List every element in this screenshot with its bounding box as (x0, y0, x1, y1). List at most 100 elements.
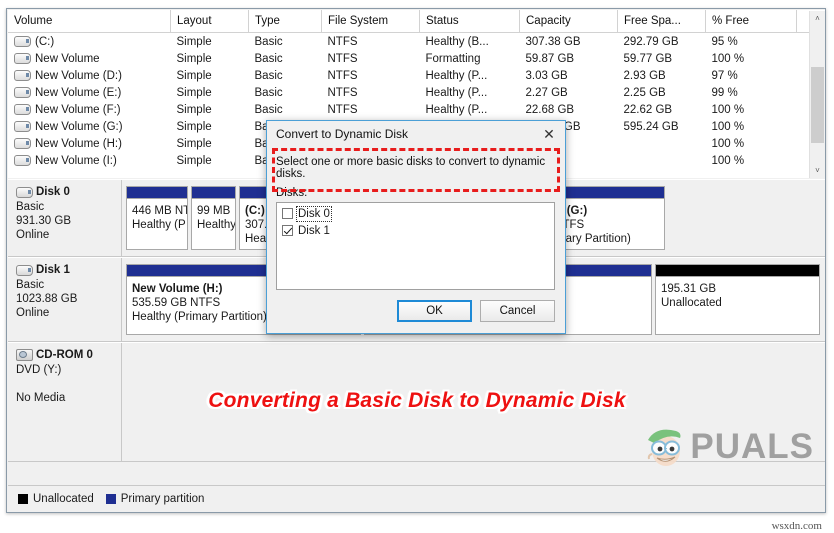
column-header-layout[interactable]: Layout (170, 10, 249, 33)
partition-status: Healthy (P (132, 219, 186, 231)
cell-fs: NTFS (327, 86, 358, 99)
partition-text: 446 MB NT Healthy (P (127, 199, 187, 232)
cell-volume: (C:) (8, 33, 171, 51)
table-row[interactable]: New Volume Simple Basic NTFS Formatting 59.87… (8, 50, 825, 67)
scrollbar-thumb[interactable] (811, 67, 824, 143)
cell-volume-label: (C:) (35, 35, 55, 48)
cell-pct: 95 % (711, 35, 738, 48)
cell-volume: New Volume (D:) (8, 67, 171, 84)
cell-free: 22.62 GB (623, 103, 673, 116)
cell-capacity: 59.87 GB (525, 52, 575, 65)
cell-pct: 100 % (711, 103, 745, 116)
disk-header[interactable]: Disk 1 Basic 1023.88 GB Online (8, 258, 122, 341)
cell-pct: 97 % (711, 69, 738, 82)
cell-free: 2.93 GB (623, 69, 666, 82)
disk-option[interactable]: Disk 1 (277, 222, 554, 239)
cell-type: Basic (254, 103, 283, 116)
cell-volume: New Volume (F:) (8, 101, 171, 118)
cell-type: Basic (254, 86, 283, 99)
cell-volume-label: New Volume (E:) (35, 86, 122, 99)
cell-pct: 100 % (711, 52, 745, 65)
cell-layout: Simple (176, 86, 212, 99)
cell-pct: 100 % (711, 120, 745, 133)
column-header-file-system[interactable]: File System (321, 10, 420, 33)
cell-volume: New Volume (E:) (8, 84, 171, 101)
dialog-instruction-text: Select one or more basic disks to conver… (276, 156, 546, 180)
table-header-row: Volume Layout Type File System Status Ca… (8, 10, 825, 33)
legend-label: Primary partition (120, 493, 205, 505)
table-row[interactable]: New Volume (F:) Simple Basic NTFS Healthy (P… (8, 101, 825, 118)
partition-text: 99 MB Healthy (192, 199, 235, 232)
scroll-up-arrow-icon[interactable]: ˄ (810, 11, 825, 26)
table-row[interactable]: New Volume (D:) Simple Basic NTFS Healthy (P… (8, 67, 825, 84)
column-header-capacity[interactable]: Capacity (519, 10, 618, 33)
cell-volume-label: New Volume (H:) (35, 137, 122, 150)
disk-option-label: Disk 0 (296, 205, 332, 222)
disk-checkbox[interactable] (282, 225, 293, 236)
disk-header[interactable]: Disk 0 Basic 931.30 GB Online (8, 180, 122, 256)
disk-type: DVD (Y:) (16, 364, 62, 376)
partition-color-bar (656, 265, 819, 277)
partition-block[interactable]: 99 MB Healthy (191, 186, 236, 250)
partition-block[interactable]: 446 MB NT Healthy (P (126, 186, 188, 250)
dialog-title: Convert to Dynamic Disk (276, 127, 409, 141)
drive-icon (14, 87, 31, 98)
disk-checkbox[interactable] (282, 208, 293, 219)
cell-status: Healthy (B... (425, 35, 489, 48)
column-header-volume[interactable]: Volume (8, 10, 171, 33)
column-header-percent-free[interactable]: % Free (705, 10, 797, 33)
drive-icon (14, 121, 31, 132)
partition-color-bar (127, 187, 187, 199)
column-header-free-space[interactable]: Free Spa... (617, 10, 706, 33)
legend-entry: Primary partition (105, 493, 205, 505)
cell-free (618, 135, 706, 152)
cell-status: Healthy (P... (425, 103, 488, 116)
partition-size: 195.31 GB (661, 283, 716, 295)
disks-label: Disks: (276, 187, 308, 199)
drive-icon (14, 36, 31, 47)
column-header-status[interactable]: Status (419, 10, 520, 33)
cell-fs: NTFS (327, 35, 358, 48)
volume-list-scrollbar[interactable]: ˄ ˅ (809, 11, 825, 178)
cell-fs: NTFS (327, 103, 358, 116)
cell-capacity: 307.38 GB (525, 35, 581, 48)
disk-icon (16, 264, 33, 276)
cancel-button[interactable]: Cancel (480, 300, 555, 322)
cell-layout: Simple (176, 69, 212, 82)
disk-list[interactable]: Disk 0 Disk 1 (276, 202, 555, 290)
mascot-logo-icon (642, 424, 688, 470)
cell-status: Formatting (425, 52, 481, 65)
cell-volume-label: New Volume (D:) (35, 69, 122, 82)
disk-type: Basic (16, 279, 45, 291)
cell-volume: New Volume (H:) (8, 135, 171, 152)
disk-icon (16, 186, 33, 198)
disk-option-label: Disk 1 (298, 224, 330, 237)
legend-label: Unallocated (33, 493, 94, 505)
partition-status: Healthy (197, 219, 235, 231)
legend: Unallocated Primary partition (8, 485, 825, 512)
partition-size: 99 MB (197, 205, 231, 217)
cell-free: 2.25 GB (623, 86, 666, 99)
cell-status: Healthy (P... (425, 86, 488, 99)
cell-free: 292.79 GB (623, 35, 679, 48)
cell-volume-label: New Volume (F:) (35, 103, 121, 116)
column-header-type[interactable]: Type (248, 10, 322, 33)
table-row[interactable]: New Volume (E:) Simple Basic NTFS Healthy (P… (8, 84, 825, 101)
cell-pct: 100 % (711, 137, 745, 150)
drive-icon (14, 70, 31, 81)
cell-type: Basic (254, 52, 283, 65)
cell-type: Basic (254, 35, 283, 48)
drive-icon (14, 155, 31, 166)
scroll-down-arrow-icon[interactable]: ˅ (810, 163, 825, 178)
ok-button[interactable]: OK (397, 300, 472, 322)
cell-volume: New Volume (8, 50, 171, 67)
cell-type: Basic (254, 69, 283, 82)
convert-to-dynamic-disk-dialog: Convert to Dynamic Disk ✕ Select one or … (266, 120, 566, 334)
disk-name: CD-ROM 0 (36, 349, 93, 361)
disk-option[interactable]: Disk 0 (277, 205, 554, 222)
partition-block[interactable]: 195.31 GB Unallocated (655, 264, 820, 335)
cell-volume: New Volume (G:) (8, 118, 171, 135)
table-row[interactable]: (C:) Simple Basic NTFS Healthy (B... 307.38 G… (8, 33, 825, 51)
close-icon[interactable]: ✕ (533, 122, 565, 147)
dialog-titlebar[interactable]: Convert to Dynamic Disk ✕ (267, 121, 565, 147)
